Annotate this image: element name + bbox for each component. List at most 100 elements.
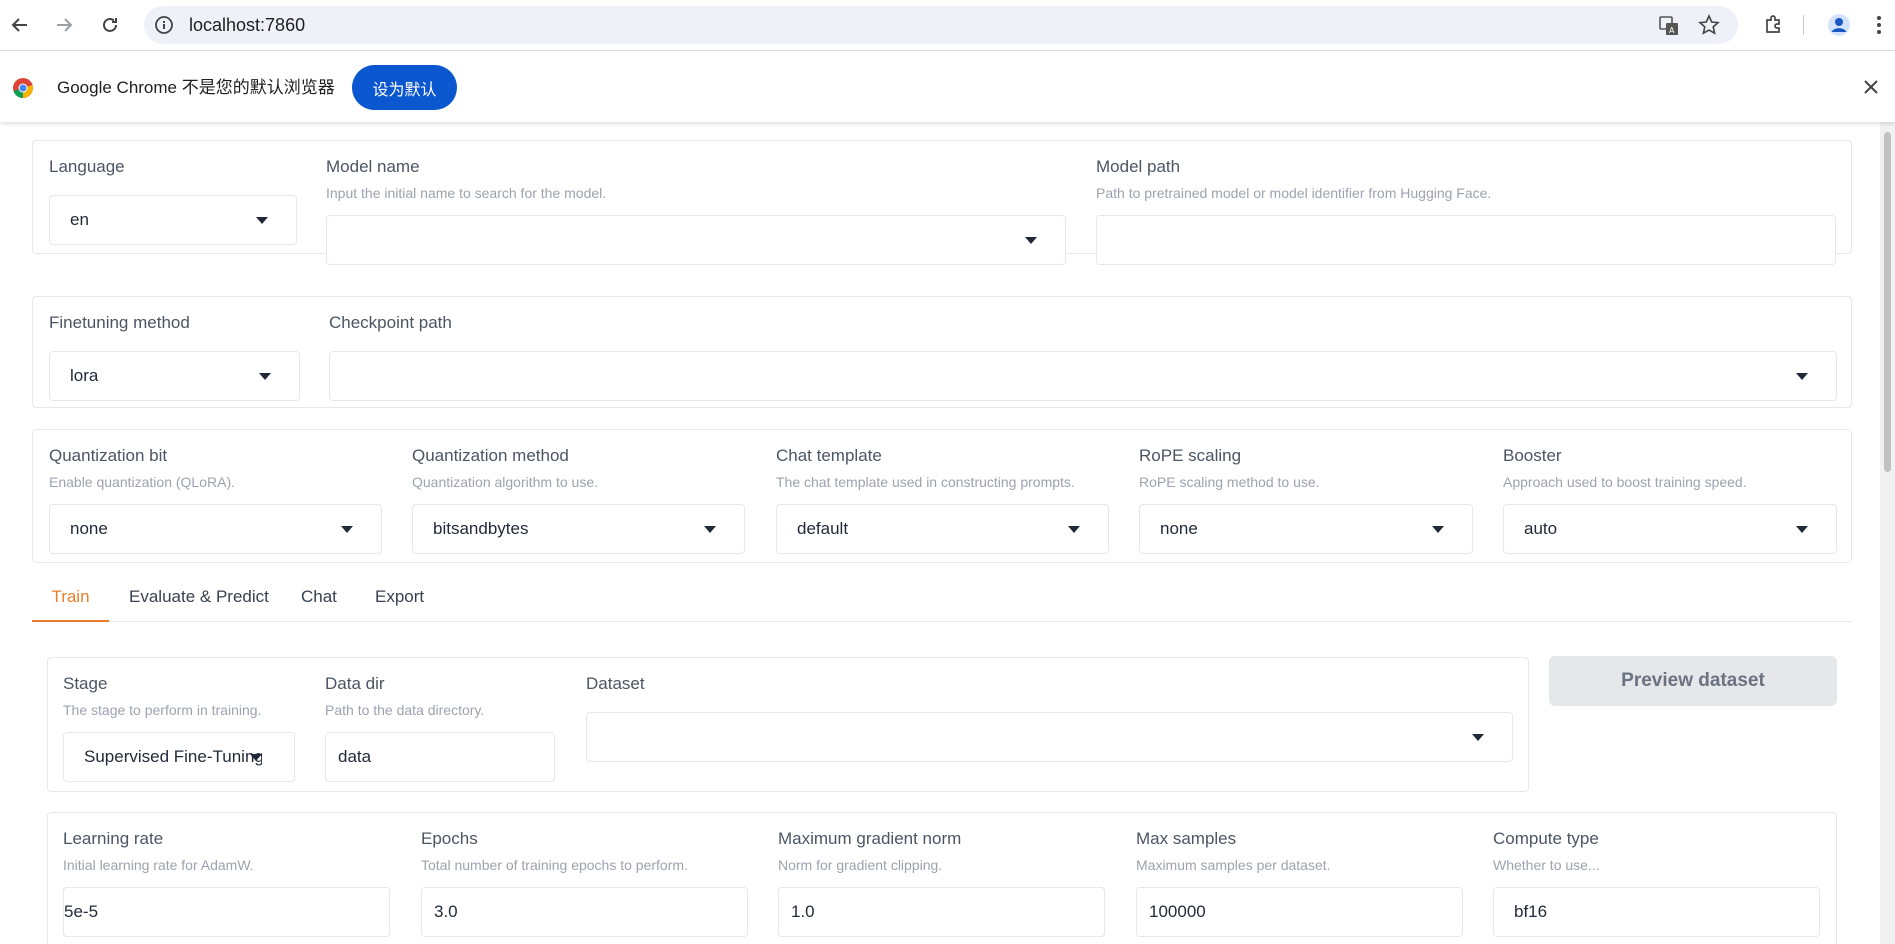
compute-type-radio[interactable]: bf16 — [1493, 887, 1820, 937]
chevron-down-icon — [1796, 373, 1808, 380]
epochs-label: Epochs — [421, 829, 478, 848]
compute-type-label: Compute type — [1493, 829, 1599, 848]
model-name-dropdown[interactable] — [326, 215, 1066, 265]
close-icon[interactable] — [1861, 77, 1881, 97]
max-grad-norm-input[interactable]: 1.0 — [778, 887, 1105, 937]
rope-scaling-dropdown[interactable]: none — [1139, 504, 1473, 554]
model-name-info: Input the initial name to search for the… — [326, 185, 607, 201]
tab-evaluate-predict[interactable]: Evaluate & Predict — [129, 582, 269, 622]
address-bar[interactable]: localhost:7860 A — [144, 6, 1738, 44]
chevron-down-icon — [341, 526, 353, 533]
tab-train[interactable]: Train — [32, 582, 109, 622]
chevron-down-icon — [256, 217, 268, 224]
chat-template-value: default — [797, 519, 849, 538]
epochs-input[interactable]: 3.0 — [421, 887, 748, 937]
max-grad-norm-label: Maximum gradient norm — [778, 829, 962, 848]
language-dropdown[interactable]: en — [49, 195, 297, 245]
model-name-label: Model name — [326, 157, 420, 176]
site-info-icon[interactable] — [154, 15, 174, 35]
quantization-bit-value: none — [70, 519, 108, 538]
dataset-label: Dataset — [586, 674, 645, 693]
checkpoint-path-dropdown[interactable] — [329, 351, 1837, 401]
max-samples-label: Max samples — [1136, 829, 1237, 848]
quantization-bit-label: Quantization bit — [49, 446, 168, 465]
svg-text:A: A — [1669, 26, 1675, 35]
finetuning-method-value: lora — [70, 366, 99, 385]
puzzle-icon — [1766, 15, 1780, 33]
extensions-button[interactable] — [1761, 12, 1787, 38]
tab-chat[interactable]: Chat — [301, 582, 337, 622]
url-text[interactable]: localhost:7860 — [189, 15, 305, 35]
compute-type-value: bf16 — [1514, 902, 1548, 921]
hyperparameters-panel: Learning rate Initial learning rate for … — [47, 812, 1837, 944]
max-grad-norm-info: Norm for gradient clipping. — [778, 857, 943, 873]
booster-value: auto — [1524, 519, 1558, 538]
chat-template-label: Chat template — [776, 446, 882, 465]
default-browser-infobar: Google Chrome 不是您的默认浏览器 设为默认 — [0, 50, 1895, 122]
preview-dataset-button[interactable]: Preview dataset — [1549, 656, 1837, 706]
max-samples-input[interactable]: 100000 — [1136, 887, 1463, 937]
tab-export[interactable]: Export — [375, 582, 424, 622]
data-dir-input[interactable]: data — [325, 732, 555, 782]
chevron-down-icon — [259, 373, 271, 380]
chevron-down-icon — [250, 754, 262, 761]
checkpoint-path-label: Checkpoint path — [329, 313, 452, 332]
data-dir-info: Path to the data directory. — [325, 702, 485, 718]
data-dir-value: data — [338, 747, 372, 766]
chevron-down-icon — [1068, 526, 1080, 533]
booster-info: Approach used to boost training speed. — [1503, 474, 1747, 490]
back-button[interactable] — [5, 10, 35, 40]
learning-rate-value: 5e-5 — [64, 902, 99, 921]
menu-button[interactable] — [1866, 12, 1892, 38]
quantization-method-label: Quantization method — [412, 446, 569, 465]
rope-scaling-label: RoPE scaling — [1139, 446, 1242, 465]
learning-rate-input[interactable]: 5e-5 — [63, 887, 390, 937]
translate-icon[interactable]: A — [1658, 15, 1680, 37]
epochs-info: Total number of training epochs to perfo… — [421, 857, 688, 873]
rope-scaling-info: RoPE scaling method to use. — [1139, 474, 1320, 490]
toolbar-divider — [1803, 15, 1804, 35]
quantization-bit-dropdown[interactable]: none — [49, 504, 382, 554]
learning-rate-label: Learning rate — [63, 829, 164, 848]
stage-value: Supervised Fine-Tuning — [84, 747, 262, 766]
learning-rate-info: Initial learning rate for AdamW. — [63, 857, 254, 873]
booster-dropdown[interactable]: auto — [1503, 504, 1837, 554]
chevron-down-icon — [1432, 526, 1444, 533]
model-path-input[interactable] — [1096, 215, 1836, 265]
stage-dropdown[interactable]: Supervised Fine-Tuning — [63, 732, 295, 782]
chrome-logo-icon — [13, 78, 33, 98]
finetuning-method-dropdown[interactable]: lora — [49, 351, 300, 401]
model-path-info: Path to pretrained model or model identi… — [1096, 185, 1492, 201]
reload-button[interactable] — [95, 10, 125, 40]
scrollbar-thumb[interactable] — [1884, 132, 1891, 472]
main-tabs: Train Evaluate & Predict Chat Export — [32, 582, 1852, 622]
rope-scaling-value: none — [1160, 519, 1198, 538]
max-samples-info: Maximum samples per dataset. — [1136, 857, 1331, 873]
forward-button[interactable] — [49, 10, 79, 40]
reload-icon — [103, 17, 117, 32]
quantization-method-value: bitsandbytes — [433, 519, 529, 538]
infobar-message: Google Chrome 不是您的默认浏览器 — [57, 78, 335, 97]
set-default-button[interactable]: 设为默认 — [352, 65, 457, 110]
language-value: en — [70, 210, 89, 229]
page-scrollbar[interactable] — [1880, 122, 1895, 944]
quantization-bit-info: Enable quantization (QLoRA). — [49, 474, 235, 490]
max-grad-norm-value: 1.0 — [791, 902, 815, 921]
arrow-right-icon — [57, 18, 73, 32]
compute-type-info: Whether to use... — [1493, 857, 1600, 873]
chat-template-dropdown[interactable]: default — [776, 504, 1109, 554]
more-vertical-icon — [1877, 16, 1881, 34]
advanced-panel: Quantization bit Enable quantization (QL… — [32, 429, 1852, 563]
model-panel: Language en Model name Input the initial… — [32, 140, 1852, 265]
bookmark-star-icon[interactable] — [1698, 14, 1720, 36]
quantization-method-dropdown[interactable]: bitsandbytes — [412, 504, 745, 554]
stage-info: The stage to perform in training. — [63, 702, 262, 718]
profile-button[interactable] — [1826, 12, 1852, 38]
avatar-icon — [1828, 14, 1850, 36]
dataset-dropdown[interactable] — [586, 712, 1513, 762]
chevron-down-icon — [1472, 734, 1484, 741]
booster-label: Booster — [1503, 446, 1562, 465]
browser-toolbar: localhost:7860 A — [0, 0, 1895, 50]
chat-template-info: The chat template used in constructing p… — [776, 474, 1075, 490]
arrow-left-icon — [11, 18, 27, 32]
